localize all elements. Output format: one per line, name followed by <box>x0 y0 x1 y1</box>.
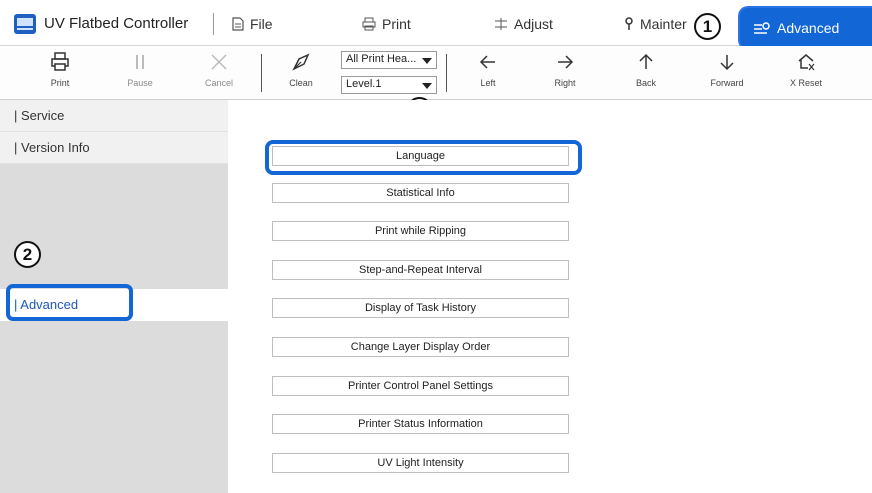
cancel-button-label: Cancel <box>204 78 233 88</box>
caret-down-icon <box>422 58 432 64</box>
callout-2: 2 <box>14 241 41 268</box>
toolbar-divider <box>261 54 262 92</box>
right-button-label: Right <box>554 78 576 88</box>
right-button[interactable]: Right <box>535 46 595 100</box>
settings-list-icon <box>754 22 770 34</box>
callout-1: 1 <box>694 13 721 40</box>
print-head-select[interactable]: All Print Hea... <box>341 51 437 69</box>
step-and-repeat-interval-button[interactable]: Step-and-Repeat Interval <box>272 260 569 280</box>
statistical-info-button[interactable]: Statistical Info <box>272 183 569 203</box>
arrow-up-icon <box>639 53 653 69</box>
clean-brush-icon <box>292 53 310 71</box>
option-label: Statistical Info <box>386 187 455 199</box>
print-button[interactable]: Print <box>30 46 90 100</box>
pause-button[interactable]: Pause <box>110 46 170 100</box>
pause-icon <box>136 55 144 69</box>
menu-print[interactable]: Print <box>362 14 411 34</box>
printer-control-panel-settings-button[interactable]: Printer Control Panel Settings <box>272 376 569 396</box>
back-button-label: Back <box>635 78 656 88</box>
printer-icon <box>362 17 376 31</box>
arrow-left-icon <box>479 55 495 69</box>
print-head-select-value: All Print Hea... <box>346 53 417 65</box>
uv-light-intensity-button[interactable]: UV Light Intensity <box>272 453 569 473</box>
option-label: UV Light Intensity <box>377 457 464 469</box>
adjust-icon <box>495 18 507 30</box>
close-icon <box>211 54 227 70</box>
menu-print-label: Print <box>382 16 411 32</box>
toolbar: Print Pause Cancel Clean All Print Hea..… <box>0 46 872 100</box>
main-panel: Language Statistical Info Print while Ri… <box>228 100 872 493</box>
pause-button-label: Pause <box>127 78 153 88</box>
sidebar-item-label: | Service <box>14 108 65 123</box>
printer-status-information-button[interactable]: Printer Status Information <box>272 414 569 434</box>
menu-file-label: File <box>250 16 273 32</box>
menu-file[interactable]: File <box>232 14 273 34</box>
sidebar-item-service[interactable]: | Service <box>0 100 228 132</box>
menu-advanced[interactable]: Advanced <box>740 8 872 48</box>
home-x-icon <box>798 54 815 71</box>
option-label: Print while Ripping <box>374 225 467 237</box>
print-button-label: Print <box>50 78 70 88</box>
option-label: Change Layer Display Order <box>350 341 491 353</box>
x-reset-button-label: X Reset <box>789 78 822 88</box>
menu-bar: UV Flatbed Controller File Print Adjust … <box>0 0 872 48</box>
caret-down-icon <box>422 83 432 89</box>
app-logo-icon <box>14 14 36 34</box>
sidebar: | Service | Version Info | Advanced <box>0 100 228 493</box>
document-icon <box>232 17 244 31</box>
option-label: Step-and-Repeat Interval <box>359 264 482 276</box>
level-select[interactable]: Level.1 <box>341 76 437 94</box>
forward-button[interactable]: Forward <box>697 46 757 100</box>
printer-icon <box>51 52 69 71</box>
menu-adjust[interactable]: Adjust <box>494 14 553 34</box>
level-select-value: Level.1 <box>346 78 382 90</box>
option-label: Printer Control Panel Settings <box>348 380 493 392</box>
menu-advanced-label: Advanced <box>777 20 840 36</box>
menu-adjust-label: Adjust <box>514 16 553 32</box>
back-button[interactable]: Back <box>616 46 676 100</box>
toolbar-divider <box>446 54 447 92</box>
clean-button[interactable]: Clean <box>271 46 331 100</box>
arrow-down-icon <box>720 55 734 71</box>
left-button-label: Left <box>480 78 496 88</box>
wrench-icon <box>625 17 633 30</box>
app-title: UV Flatbed Controller <box>44 15 189 32</box>
sidebar-item-version-info[interactable]: | Version Info <box>0 132 228 164</box>
sidebar-item-label: | Version Info <box>14 140 90 155</box>
menu-maintenance[interactable]: Mainter <box>624 14 687 34</box>
left-button[interactable]: Left <box>458 46 518 100</box>
option-label: Language <box>396 150 445 162</box>
sidebar-item-label: | Advanced <box>14 297 79 312</box>
display-of-task-history-button[interactable]: Display of Task History <box>272 298 569 318</box>
cancel-button[interactable]: Cancel <box>189 46 249 100</box>
change-layer-display-order-button[interactable]: Change Layer Display Order <box>272 337 569 357</box>
clean-button-label: Clean <box>289 78 313 88</box>
sidebar-item-advanced[interactable]: | Advanced <box>0 289 228 321</box>
print-while-ripping-button[interactable]: Print while Ripping <box>272 221 569 241</box>
arrow-right-icon <box>558 55 574 69</box>
title-divider <box>213 13 214 35</box>
forward-button-label: Forward <box>710 78 744 88</box>
menu-maintenance-label: Mainter <box>640 16 687 32</box>
option-label: Printer Status Information <box>358 418 483 430</box>
x-reset-button[interactable]: X Reset <box>776 46 836 100</box>
option-label: Display of Task History <box>364 302 477 314</box>
language-button[interactable]: Language <box>272 146 569 166</box>
